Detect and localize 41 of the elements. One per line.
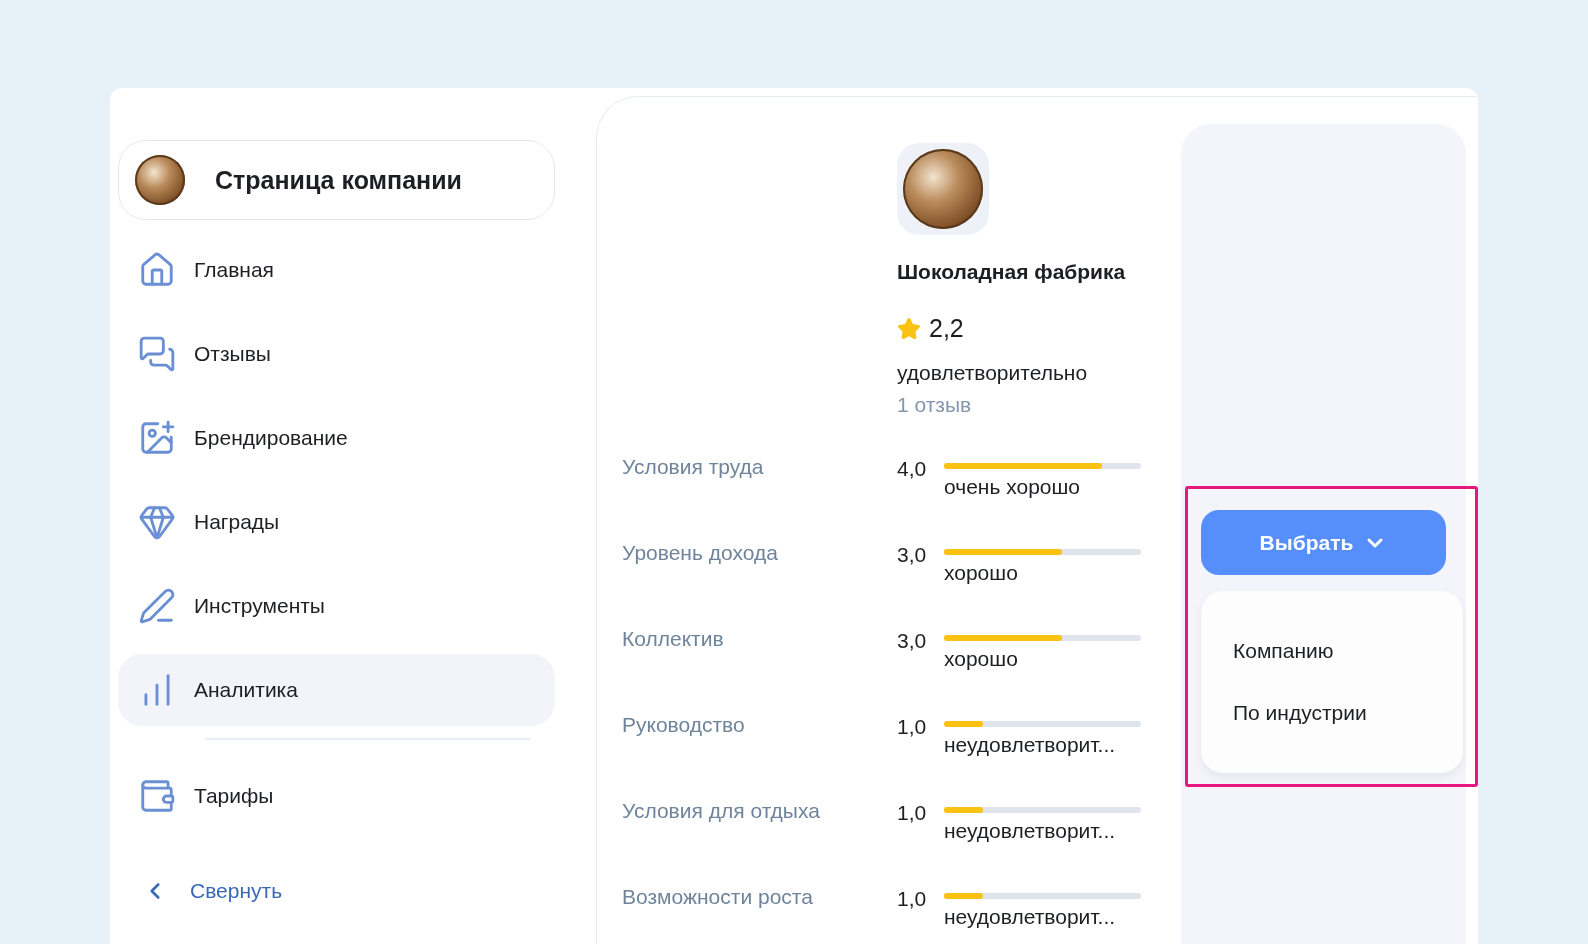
rating-verdict: неудовлетворит... xyxy=(944,819,1116,843)
overall-rating: 2,2 xyxy=(929,314,964,343)
nav-item[interactable]: Отзывы xyxy=(118,318,555,390)
rating-category: Коллектив xyxy=(622,627,725,651)
rating-score: 1,0 xyxy=(897,887,928,911)
rating-score: 3,0 xyxy=(897,629,928,653)
company-logo-placeholder xyxy=(135,155,185,205)
diamond-icon xyxy=(138,503,176,541)
company-page-header[interactable]: Страница компании xyxy=(118,140,555,220)
rating-verdict: неудовлетворит... xyxy=(944,733,1116,757)
rating-verdict: хорошо xyxy=(944,647,1018,671)
rating-category: Уровень дохода xyxy=(622,541,779,565)
nav-item[interactable]: Аналитика xyxy=(118,654,555,726)
pencil-icon xyxy=(138,587,176,625)
nav-item[interactable]: Тарифы xyxy=(118,760,555,832)
rating-category: Возможности роста xyxy=(622,885,814,909)
company-page-title: Страница компании xyxy=(215,165,462,195)
rating-category: Условия труда xyxy=(622,455,765,479)
overall-verdict: удовлетворительно xyxy=(897,361,1088,385)
image-plus-icon xyxy=(138,419,176,457)
rating-verdict: неудовлетворит... xyxy=(944,905,1116,929)
wallet-icon xyxy=(138,777,176,815)
nav-item[interactable]: Инструменты xyxy=(118,570,555,642)
rating-verdict: очень хорошо xyxy=(944,475,1081,499)
rating-verdict: хорошо xyxy=(944,561,1018,585)
rating-score: 1,0 xyxy=(897,715,928,739)
nav-item[interactable]: Главная xyxy=(118,234,555,306)
dropdown-option[interactable]: По индустрии xyxy=(1233,701,1463,725)
rating-score: 1,0 xyxy=(897,801,928,825)
rating-score: 4,0 xyxy=(897,457,928,481)
collapse-link[interactable]: Свернуть xyxy=(118,878,555,904)
star-icon xyxy=(897,316,921,341)
rating-score: 3,0 xyxy=(897,543,928,567)
nav-item[interactable]: Брендирование xyxy=(118,402,555,474)
rating-category: Руководство xyxy=(622,713,746,737)
chat-bubbles-icon xyxy=(138,335,176,373)
dropdown-option[interactable]: Компанию xyxy=(1233,639,1463,663)
rating-category: Условия для отдыха xyxy=(622,799,821,823)
home-icon xyxy=(138,251,176,289)
company-name: Шоколадная фабрика xyxy=(897,260,1126,284)
nav-item[interactable]: Награды xyxy=(118,486,555,558)
